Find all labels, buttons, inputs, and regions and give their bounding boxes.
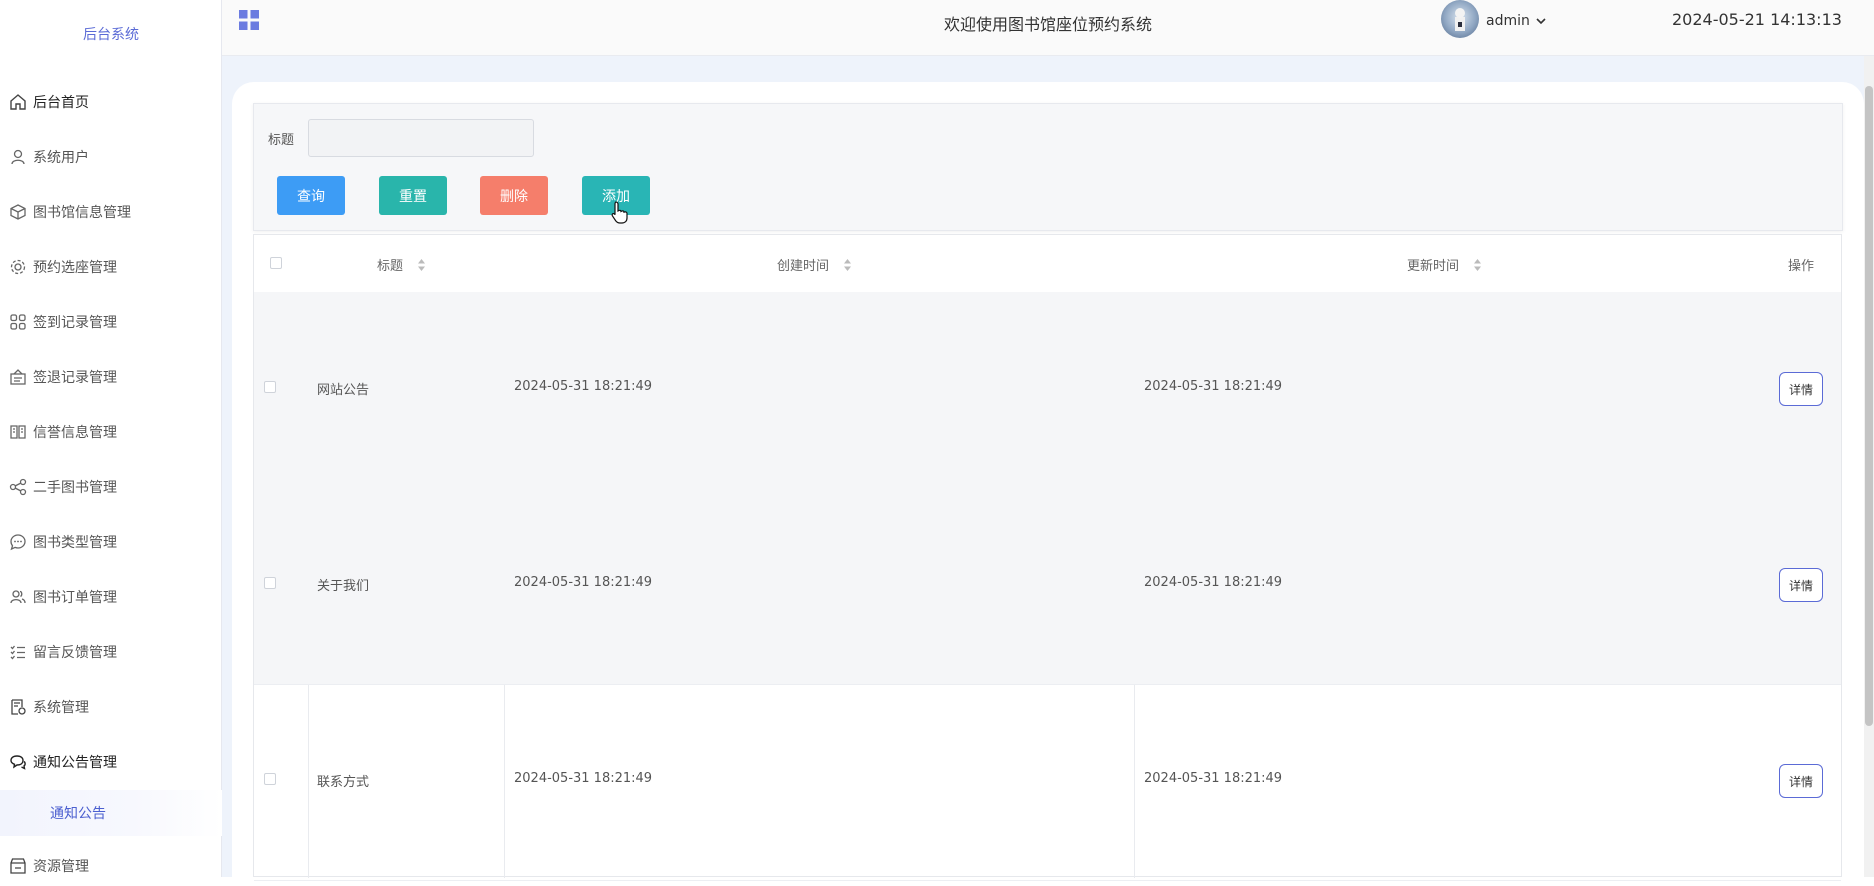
sidebar-brand: 后台系统 <box>83 27 139 43</box>
row-checkbox[interactable] <box>264 577 276 589</box>
grid-apps-icon <box>9 313 27 331</box>
share-icon <box>9 478 27 496</box>
header-created-label: 创建时间 <box>777 259 830 274</box>
header-updated[interactable]: 更新时间 <box>1407 255 1482 276</box>
sidebar-item-label: 图书订单管理 <box>33 590 117 606</box>
sidebar-subitem-label: 通知公告 <box>50 806 106 822</box>
sidebar-item-label: 预约选座管理 <box>33 260 117 276</box>
store-icon <box>9 857 27 875</box>
cell-title: 网站公告 <box>317 383 370 398</box>
board-icon <box>9 368 27 386</box>
header-title[interactable]: 标题 <box>377 255 426 276</box>
sort-icon[interactable] <box>1473 258 1482 276</box>
sidebar-item-book-orders[interactable]: 图书订单管理 <box>0 577 222 617</box>
detail-button[interactable]: 详情 <box>1779 568 1823 602</box>
sidebar-item-checkin[interactable]: 签到记录管理 <box>0 302 222 342</box>
sidebar-item-label: 图书类型管理 <box>33 535 117 551</box>
search-title-input[interactable] <box>308 119 534 157</box>
sidebar-item-feedback[interactable]: 留言反馈管理 <box>0 632 222 672</box>
table-header: 标题 创建时间 更新时间 操作 <box>254 235 1841 293</box>
table-row: 关于我们 2024-05-31 18:21:49 2024-05-31 18:2… <box>254 488 1841 685</box>
header-actions: 操作 <box>1788 259 1815 274</box>
users-icon <box>9 588 27 606</box>
cell-updated: 2024-05-31 18:21:49 <box>1144 771 1283 786</box>
sidebar-item-label: 二手图书管理 <box>33 480 117 496</box>
sidebar-item-resources[interactable]: 资源管理 <box>0 846 222 886</box>
hand-cursor-icon <box>611 201 628 224</box>
sidebar: 后台系统 后台首页 系统用户 图书馆信息管理 预约选座管理 签到记录管理 签退记… <box>0 0 222 877</box>
cell-created: 2024-05-31 18:21:49 <box>514 379 653 394</box>
checklist-icon <box>9 643 27 661</box>
scrollbar-thumb[interactable] <box>1865 86 1873 726</box>
reset-button[interactable]: 重置 <box>379 176 447 215</box>
sidebar-item-label: 签退记录管理 <box>33 370 117 386</box>
sidebar-item-home[interactable]: 后台首页 <box>0 82 222 122</box>
chevron-down-icon <box>1536 13 1546 29</box>
home-icon <box>9 93 27 111</box>
sort-icon[interactable] <box>843 258 852 276</box>
page-title: 欢迎使用图书馆座位预约系统 <box>943 15 1152 34</box>
cell-updated: 2024-05-31 18:21:49 <box>1144 575 1283 590</box>
top-bar: 欢迎使用图书馆座位预约系统 admin 2024-05-21 14:13:13 <box>222 0 1874 56</box>
sidebar-item-used-books[interactable]: 二手图书管理 <box>0 467 222 507</box>
user-icon <box>9 148 27 166</box>
book-icon <box>9 423 27 441</box>
sidebar-item-users[interactable]: 系统用户 <box>0 137 222 177</box>
cell-title: 关于我们 <box>317 579 370 594</box>
search-title-label: 标题 <box>268 133 295 148</box>
select-all-checkbox[interactable] <box>270 257 282 269</box>
comments-icon <box>9 753 27 771</box>
sidebar-subitem-notice[interactable]: 通知公告 <box>0 790 222 836</box>
sidebar-item-label: 系统用户 <box>33 150 89 166</box>
detail-button[interactable]: 详情 <box>1779 372 1823 406</box>
sidebar-item-label: 后台首页 <box>33 95 89 111</box>
datetime: 2024-05-21 14:13:13 <box>1672 10 1842 29</box>
table-row: 联系方式 2024-05-31 18:21:49 2024-05-31 18:2… <box>254 684 1841 881</box>
sidebar-item-seat-booking[interactable]: 预约选座管理 <box>0 247 222 287</box>
row-checkbox[interactable] <box>264 773 276 785</box>
box-icon <box>9 203 27 221</box>
sidebar-item-book-types[interactable]: 图书类型管理 <box>0 522 222 562</box>
sort-icon[interactable] <box>417 258 426 276</box>
header-title-label: 标题 <box>377 259 404 274</box>
sidebar-item-library-info[interactable]: 图书馆信息管理 <box>0 192 222 232</box>
cell-title: 联系方式 <box>317 775 370 790</box>
table-row: 网站公告 2024-05-31 18:21:49 2024-05-31 18:2… <box>254 292 1841 489</box>
sidebar-item-label: 信誉信息管理 <box>33 425 117 441</box>
sidebar-item-system[interactable]: 系统管理 <box>0 687 222 727</box>
notice-table: 标题 创建时间 更新时间 操作 网站公告 2024-05-31 18:21:49… <box>253 234 1842 881</box>
chat-bubble-icon <box>9 533 27 551</box>
cell-updated: 2024-05-31 18:21:49 <box>1144 379 1283 394</box>
avatar[interactable] <box>1441 0 1479 38</box>
header-updated-label: 更新时间 <box>1407 259 1460 274</box>
sidebar-item-notices[interactable]: 通知公告管理 <box>0 742 222 782</box>
row-checkbox[interactable] <box>264 381 276 393</box>
sidebar-item-label: 图书馆信息管理 <box>33 205 131 221</box>
header-created[interactable]: 创建时间 <box>777 255 852 276</box>
query-button[interactable]: 查询 <box>277 176 345 215</box>
sidebar-item-label: 资源管理 <box>33 859 89 875</box>
cell-created: 2024-05-31 18:21:49 <box>514 771 653 786</box>
sidebar-item-label: 系统管理 <box>33 700 89 716</box>
sidebar-item-label: 留言反馈管理 <box>33 645 117 661</box>
sidebar-item-credit[interactable]: 信誉信息管理 <box>0 412 222 452</box>
gear-icon <box>9 258 27 276</box>
user-menu[interactable]: admin <box>1486 13 1546 29</box>
settings-document-icon <box>9 698 27 716</box>
sidebar-item-label: 签到记录管理 <box>33 315 117 331</box>
cell-created: 2024-05-31 18:21:49 <box>514 575 653 590</box>
sidebar-item-label: 通知公告管理 <box>33 755 117 771</box>
detail-button[interactable]: 详情 <box>1779 764 1823 798</box>
user-name: admin <box>1486 13 1530 29</box>
delete-button[interactable]: 删除 <box>480 176 548 215</box>
sidebar-item-checkout[interactable]: 签退记录管理 <box>0 357 222 397</box>
